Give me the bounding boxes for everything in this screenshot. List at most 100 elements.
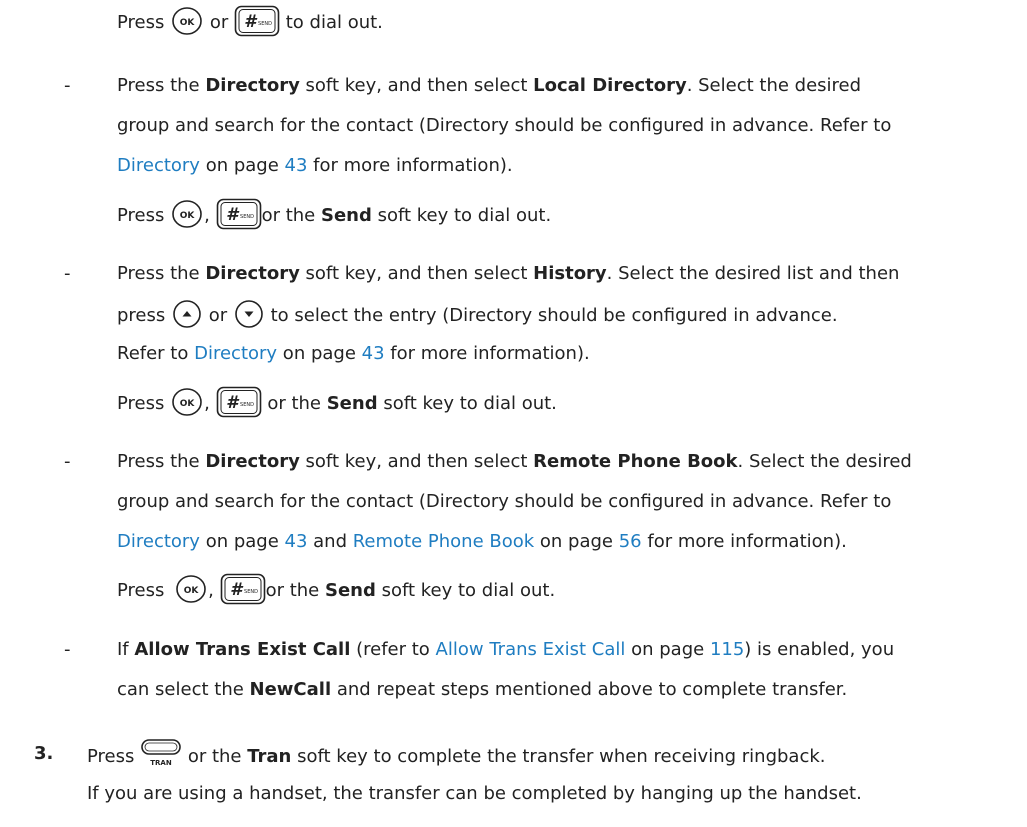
text: ) is enabled, you (744, 639, 895, 660)
text: . Select the desired list and then (606, 263, 900, 284)
history-press-line: Press OK , # SEND or the Send soft key t… (117, 386, 557, 418)
step3-line1: Press TRAN or the Tran soft key to compl… (87, 739, 826, 767)
text: can select the (117, 679, 250, 700)
send-key-small: SEND (240, 214, 254, 220)
ok-key-icon: OK (170, 6, 204, 36)
text: soft key to dial out. (375, 580, 556, 601)
text: on page (199, 155, 285, 176)
page-link[interactable]: 115 (710, 639, 744, 660)
local-directory-label: Local Directory (533, 75, 687, 96)
directory-softkey-label: Directory (205, 263, 300, 284)
text: soft key to dial out. (371, 205, 552, 226)
press-text: Press (117, 580, 165, 601)
send-key-small: SEND (244, 589, 258, 595)
directory-link[interactable]: Directory (117, 155, 200, 176)
send-key-icon: # SEND (234, 5, 280, 37)
history-line3: Refer to Directory on page 43 for more i… (117, 341, 590, 367)
history-line2: press or to select the entry (Directory … (117, 299, 838, 329)
text: for more information). (641, 531, 847, 552)
local-dir-line3: Directory on page 43 for more informatio… (117, 153, 513, 179)
send-softkey-label: Send (324, 580, 376, 601)
local-dir-line1: Press the Directory soft key, and then s… (117, 73, 861, 99)
text: for more information). (384, 343, 590, 364)
directory-link[interactable]: Directory (117, 531, 200, 552)
text: If (117, 639, 135, 660)
directory-softkey-label: Directory (205, 75, 300, 96)
send-key-icon: # SEND (216, 386, 262, 418)
tran-key-label: TRAN (150, 759, 172, 767)
tran-key-icon: TRAN (140, 737, 182, 769)
remote-phone-book-label: Remote Phone Book (533, 451, 738, 472)
text: and repeat steps mentioned above to comp… (331, 679, 848, 700)
ok-key-label: OK (184, 586, 200, 596)
page-link[interactable]: 43 (285, 155, 308, 176)
page-link[interactable]: 43 (285, 531, 308, 552)
history-label: History (533, 263, 607, 284)
directory-softkey-label: Directory (205, 451, 300, 472)
text: Press the (117, 75, 206, 96)
text: soft key, and then select (299, 263, 534, 284)
text: (refer to (350, 639, 436, 660)
text: Refer to (117, 343, 195, 364)
comma: , (204, 205, 210, 226)
text: soft key, and then select (299, 75, 534, 96)
allow-line1: If Allow Trans Exist Call (refer to Allo… (117, 637, 894, 663)
text: soft key to complete the transfer when r… (291, 746, 826, 767)
or-text: or (208, 305, 228, 326)
text: to select the entry (Directory should be… (270, 305, 838, 326)
ok-key-icon: OK (170, 199, 204, 229)
text: or the (265, 580, 325, 601)
send-softkey-label: Send (320, 205, 372, 226)
list-dash: - (64, 263, 71, 284)
step-number: 3. (34, 743, 54, 764)
allow-line2: can select the NewCall and repeat steps … (117, 677, 847, 703)
send-key-small: SEND (240, 402, 254, 408)
press-text: Press (117, 205, 165, 226)
text: and (307, 531, 353, 552)
remote-phone-book-link[interactable]: Remote Phone Book (353, 531, 534, 552)
list-dash: - (64, 75, 71, 96)
up-arrow-key-icon (171, 299, 203, 329)
send-key-icon: # SEND (216, 198, 262, 230)
dial-out-text: to dial out. (285, 12, 383, 33)
text: on page (534, 531, 619, 552)
send-key-small: SEND (258, 21, 272, 27)
remote-press-line: Press OK , # SEND or the Send soft key t… (117, 573, 556, 605)
text: on page (277, 343, 362, 364)
or-text: or (209, 12, 229, 33)
press-text: Press (117, 393, 165, 414)
ok-key-label: OK (180, 18, 196, 28)
send-key-icon: # SEND (220, 573, 266, 605)
remote-line1: Press the Directory soft key, and then s… (117, 449, 912, 475)
remote-line2: group and search for the contact (Direct… (117, 491, 892, 512)
comma: , (204, 393, 210, 414)
text: or the (261, 205, 321, 226)
list-dash: - (64, 451, 71, 472)
page-link[interactable]: 43 (362, 343, 385, 364)
ok-key-icon: OK (174, 574, 208, 604)
ok-key-label: OK (180, 211, 196, 221)
allow-trans-exist-call-link[interactable]: Allow Trans Exist Call (436, 639, 626, 660)
text: on page (625, 639, 710, 660)
allow-trans-exist-call-label: Allow Trans Exist Call (134, 639, 351, 660)
text: Press the (117, 451, 206, 472)
text: soft key, and then select (299, 451, 534, 472)
down-arrow-key-icon (233, 299, 265, 329)
text: for more information). (307, 155, 513, 176)
page-link[interactable]: 56 (619, 531, 642, 552)
press-text: Press (117, 12, 165, 33)
tran-softkey-label: Tran (247, 746, 292, 767)
text: or the (182, 746, 248, 767)
text: or the (267, 393, 327, 414)
list-dash: - (64, 639, 71, 660)
press-text: press (117, 305, 166, 326)
press-text: Press (87, 746, 135, 767)
text: Press the (117, 263, 206, 284)
ok-key-icon: OK (170, 387, 204, 417)
dial-out-line: Press OK or # SEND to dial out. (117, 5, 383, 37)
text: . Select the desired (737, 451, 912, 472)
newcall-softkey-label: NewCall (249, 679, 332, 700)
comma: , (208, 580, 214, 601)
text: . Select the desired (686, 75, 862, 96)
directory-link[interactable]: Directory (194, 343, 277, 364)
